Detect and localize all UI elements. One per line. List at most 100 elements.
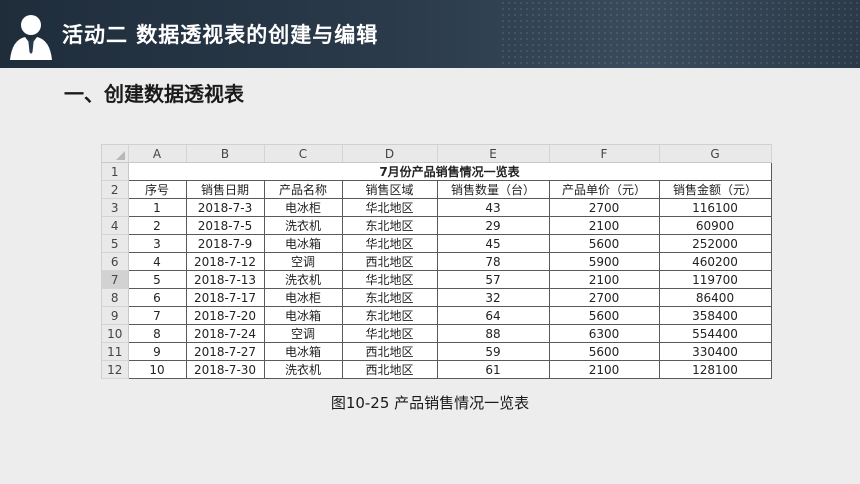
data-cell[interactable]: 6300 (548, 324, 660, 343)
row-header[interactable]: 6 (102, 252, 129, 271)
data-cell[interactable]: 2018-7-17 (185, 288, 265, 307)
data-cell[interactable]: 空调 (263, 324, 343, 343)
data-cell[interactable]: 5600 (548, 342, 660, 361)
data-cell[interactable]: 64 (436, 306, 550, 325)
column-header[interactable]: D (342, 145, 438, 163)
data-cell[interactable]: 4 (127, 252, 187, 271)
select-all-corner[interactable] (102, 145, 129, 163)
data-cell[interactable]: 2018-7-24 (185, 324, 265, 343)
data-cell[interactable]: 华北地区 (341, 234, 438, 253)
data-cell[interactable]: 29 (436, 216, 550, 235)
data-cell[interactable]: 116100 (658, 198, 772, 217)
column-header[interactable]: E (437, 145, 550, 163)
data-cell[interactable]: 华北地区 (341, 270, 438, 289)
data-cell[interactable]: 32 (436, 288, 550, 307)
data-cell[interactable]: 洗衣机 (263, 270, 343, 289)
data-cell[interactable]: 61 (436, 360, 550, 379)
data-cell[interactable]: 洗衣机 (263, 360, 343, 379)
header-cell[interactable]: 销售日期 (185, 180, 265, 199)
row-header[interactable]: 12 (102, 360, 129, 379)
data-cell[interactable]: 7 (127, 306, 187, 325)
data-cell[interactable]: 358400 (658, 306, 772, 325)
column-header[interactable]: A (128, 145, 187, 163)
data-cell[interactable]: 电冰箱 (263, 306, 343, 325)
data-cell[interactable]: 空调 (263, 252, 343, 271)
data-cell[interactable]: 60900 (658, 216, 772, 235)
data-cell[interactable]: 3 (127, 234, 187, 253)
data-cell[interactable]: 西北地区 (341, 252, 438, 271)
data-cell[interactable]: 2018-7-30 (185, 360, 265, 379)
table-title-cell[interactable]: 7月份产品销售情况一览表 (127, 162, 772, 181)
row-header[interactable]: 7 (102, 270, 129, 289)
data-cell[interactable]: 电冰箱 (263, 342, 343, 361)
data-cell[interactable]: 43 (436, 198, 550, 217)
data-cell[interactable]: 2018-7-9 (185, 234, 265, 253)
data-cell[interactable]: 8 (127, 324, 187, 343)
data-cell[interactable]: 电冰柜 (263, 288, 343, 307)
data-cell[interactable]: 东北地区 (341, 288, 438, 307)
data-cell[interactable]: 洗衣机 (263, 216, 343, 235)
data-cell[interactable]: 华北地区 (341, 198, 438, 217)
data-cell[interactable]: 57 (436, 270, 550, 289)
column-header[interactable]: G (659, 145, 772, 163)
data-cell[interactable]: 9 (127, 342, 187, 361)
data-cell[interactable]: 252000 (658, 234, 772, 253)
data-cell[interactable]: 59 (436, 342, 550, 361)
data-cell[interactable]: 2700 (548, 288, 660, 307)
header-cell[interactable]: 销售数量（台） (436, 180, 550, 199)
data-cell[interactable]: 78 (436, 252, 550, 271)
header-cell[interactable]: 产品单价（元） (548, 180, 660, 199)
row-header[interactable]: 11 (102, 342, 129, 361)
column-header[interactable]: B (186, 145, 265, 163)
data-cell[interactable]: 6 (127, 288, 187, 307)
data-cell[interactable]: 东北地区 (341, 306, 438, 325)
row-header[interactable]: 3 (102, 198, 129, 217)
row-header[interactable]: 1 (102, 162, 129, 181)
data-cell[interactable]: 10 (127, 360, 187, 379)
data-cell[interactable]: 128100 (658, 360, 772, 379)
data-cell[interactable]: 2018-7-13 (185, 270, 265, 289)
data-cell[interactable]: 电冰柜 (263, 198, 343, 217)
spreadsheet-grid: A B C D E F G 1 7月份产品销售情况一览表 2 序号 销售日期 产… (102, 145, 772, 379)
data-cell[interactable]: 2018-7-5 (185, 216, 265, 235)
data-cell[interactable]: 电冰箱 (263, 234, 343, 253)
data-cell[interactable]: 2018-7-3 (185, 198, 265, 217)
data-cell[interactable]: 86400 (658, 288, 772, 307)
data-cell[interactable]: 2100 (548, 360, 660, 379)
data-cell[interactable]: 华北地区 (341, 324, 438, 343)
header-cell[interactable]: 序号 (127, 180, 187, 199)
data-cell[interactable]: 5600 (548, 234, 660, 253)
data-cell[interactable]: 西北地区 (341, 360, 438, 379)
row-header[interactable]: 2 (102, 180, 129, 199)
header-cell[interactable]: 销售金额（元） (658, 180, 772, 199)
data-cell[interactable]: 88 (436, 324, 550, 343)
data-cell[interactable]: 330400 (658, 342, 772, 361)
data-cell[interactable]: 西北地区 (341, 342, 438, 361)
row-header[interactable]: 5 (102, 234, 129, 253)
header-cell[interactable]: 产品名称 (263, 180, 343, 199)
data-cell[interactable]: 2700 (548, 198, 660, 217)
data-cell[interactable]: 5900 (548, 252, 660, 271)
data-cell[interactable]: 东北地区 (341, 216, 438, 235)
data-cell[interactable]: 2100 (548, 216, 660, 235)
row-header[interactable]: 10 (102, 324, 129, 343)
data-cell[interactable]: 1 (127, 198, 187, 217)
data-cell[interactable]: 2 (127, 216, 187, 235)
data-cell[interactable]: 5 (127, 270, 187, 289)
data-cell[interactable]: 2018-7-12 (185, 252, 265, 271)
data-cell[interactable]: 5600 (548, 306, 660, 325)
column-header[interactable]: C (264, 145, 343, 163)
row-header[interactable]: 9 (102, 306, 129, 325)
data-cell[interactable]: 460200 (658, 252, 772, 271)
data-cell[interactable]: 2018-7-27 (185, 342, 265, 361)
data-cell[interactable]: 2018-7-20 (185, 306, 265, 325)
data-cell[interactable]: 2100 (548, 270, 660, 289)
header-cell[interactable]: 销售区域 (341, 180, 438, 199)
row-header[interactable]: 8 (102, 288, 129, 307)
data-cell[interactable]: 45 (436, 234, 550, 253)
data-cell[interactable]: 119700 (658, 270, 772, 289)
data-cell[interactable]: 554400 (658, 324, 772, 343)
column-header[interactable]: F (549, 145, 660, 163)
row-header[interactable]: 4 (102, 216, 129, 235)
table-row: 3 1 2018-7-3 电冰柜 华北地区 43 2700 116100 (102, 198, 772, 217)
